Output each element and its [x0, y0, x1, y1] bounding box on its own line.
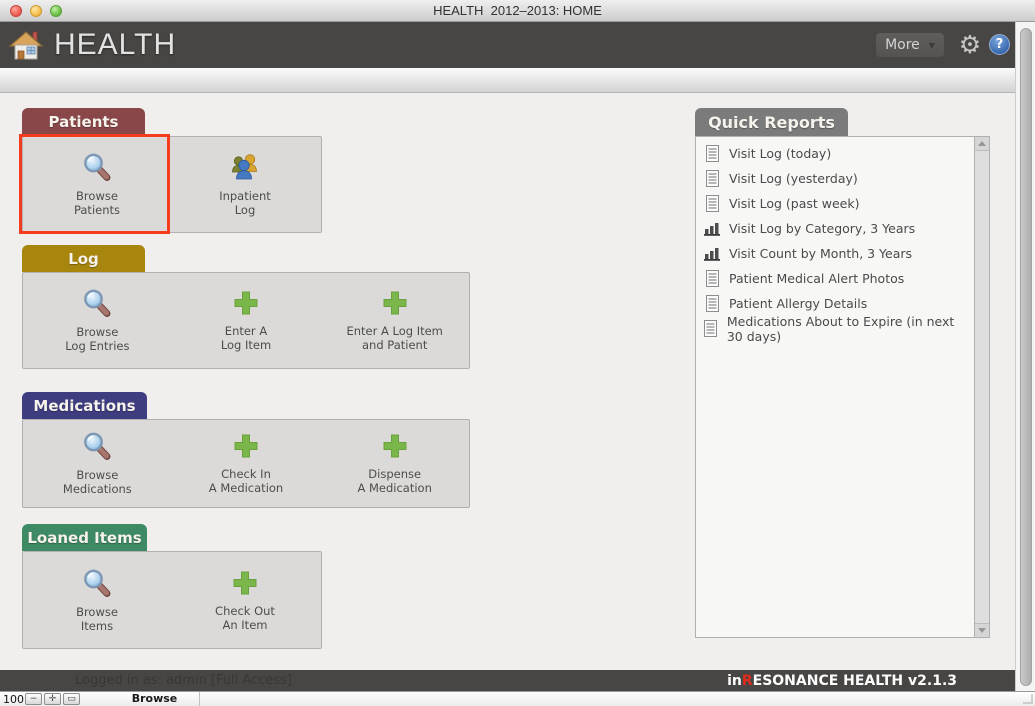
people-icon — [230, 152, 260, 182]
section-panel-loaned-items: BrowseItems Check OutAn Item — [22, 551, 322, 649]
document-icon — [706, 295, 719, 312]
resize-grip-icon[interactable] — [1023, 694, 1033, 704]
section-tab-log: Log — [22, 245, 145, 272]
app-toolbar: HEALTH More ▼ ⚙ ? — [0, 22, 1035, 68]
plus-icon — [381, 432, 409, 460]
quick-report-label: Patient Medical Alert Photos — [729, 271, 904, 286]
zoom-level: 100 — [3, 693, 25, 706]
quick-report-label: Visit Count by Month, 3 Years — [729, 246, 912, 261]
magnifier-icon — [82, 431, 112, 461]
browse-items-button[interactable]: BrowseItems — [23, 552, 171, 648]
section-tab-medications: Medications — [22, 392, 147, 419]
status-toolbar: 100 − ✛ ▭ Browse — [0, 691, 1035, 706]
brand-version: inRESONANCE HEALTH v2.1.3 — [727, 673, 957, 689]
scroll-down-icon[interactable] — [975, 623, 989, 637]
plus-icon — [231, 569, 259, 597]
magnifier-icon — [82, 568, 112, 598]
app-window: HEALTH 2012–2013: HOME HEALTH More ▼ ⚙ ?… — [0, 0, 1035, 706]
enter-log-item-and-patient-button[interactable]: Enter A Log Itemand Patient — [320, 273, 469, 368]
quick-report-label: Visit Log (yesterday) — [729, 171, 858, 186]
document-icon — [706, 270, 719, 287]
gear-icon[interactable]: ⚙ — [955, 30, 985, 60]
section-tab-quick-reports: Quick Reports — [695, 108, 848, 136]
window-title: HEALTH 2012–2013: HOME — [0, 0, 1035, 22]
mode-popup[interactable]: Browse — [110, 692, 200, 706]
inpatient-log-button[interactable]: InpatientLog — [171, 137, 319, 232]
plus-icon — [381, 289, 409, 317]
bar-chart-icon — [704, 221, 720, 236]
more-button[interactable]: More ▼ — [876, 33, 944, 57]
quick-report-item[interactable]: Medications About to Expire (in next 30 … — [696, 316, 974, 341]
section-panel-patients: BrowsePatients InpatientLog — [22, 136, 322, 233]
quick-report-item[interactable]: Visit Log (past week) — [696, 191, 974, 216]
magnifier-icon — [82, 288, 112, 318]
zoom-in-icon[interactable]: ✛ — [44, 693, 61, 705]
chevron-down-icon: ▼ — [929, 41, 935, 50]
quick-report-label: Medications About to Expire (in next 30 … — [727, 314, 974, 344]
quick-report-label: Visit Log (today) — [729, 146, 831, 161]
quick-reports-scrollbar[interactable] — [974, 137, 989, 637]
plus-icon — [232, 432, 260, 460]
dispense-medication-button[interactable]: DispenseA Medication — [320, 420, 469, 507]
home-icon — [8, 29, 44, 61]
window-scrollbar[interactable] — [1015, 22, 1035, 691]
section-tab-loaned-items: Loaned Items — [22, 524, 147, 551]
quick-report-item[interactable]: Patient Allergy Details — [696, 291, 974, 316]
quick-reports-panel: Visit Log (today) Visit Log (yesterday) — [695, 136, 990, 638]
quick-report-item[interactable]: Visit Log (yesterday) — [696, 166, 974, 191]
help-icon[interactable]: ? — [989, 34, 1010, 55]
quick-report-label: Patient Allergy Details — [729, 296, 867, 311]
app-title: HEALTH — [54, 22, 176, 68]
magnifier-icon — [82, 152, 112, 182]
section-panel-medications: BrowseMedications Check InA Medication D… — [22, 419, 470, 508]
document-icon — [706, 145, 719, 162]
enter-log-item-button[interactable]: Enter ALog Item — [172, 273, 321, 368]
scrollbar-thumb[interactable] — [1020, 28, 1032, 686]
toggle-toolbar-icon[interactable]: ▭ — [63, 693, 80, 705]
check-out-item-button[interactable]: Check OutAn Item — [171, 552, 319, 648]
footer-bar: Logged in as: admin [Full Access] inRESO… — [0, 670, 1015, 691]
quick-report-item[interactable]: Visit Log by Category, 3 Years — [696, 216, 974, 241]
scroll-up-icon[interactable] — [975, 137, 989, 151]
document-icon — [706, 170, 719, 187]
section-tab-patients: Patients — [22, 108, 145, 136]
browse-log-entries-button[interactable]: BrowseLog Entries — [23, 273, 172, 368]
browse-medications-button[interactable]: BrowseMedications — [23, 420, 172, 507]
document-icon — [704, 320, 717, 337]
header-strip — [0, 68, 1035, 93]
plus-icon — [232, 289, 260, 317]
login-status: Logged in as: admin [Full Access] — [75, 673, 292, 688]
quick-report-item[interactable]: Patient Medical Alert Photos — [696, 266, 974, 291]
quick-report-label: Visit Log (past week) — [729, 196, 860, 211]
quick-report-label: Visit Log by Category, 3 Years — [729, 221, 915, 236]
zoom-out-icon[interactable]: − — [25, 693, 42, 705]
browse-patients-button[interactable]: BrowsePatients — [23, 137, 171, 232]
bar-chart-icon — [704, 246, 720, 261]
section-panel-log: BrowseLog Entries Enter ALog Item Enter … — [22, 272, 470, 369]
check-in-medication-button[interactable]: Check InA Medication — [172, 420, 321, 507]
quick-report-item[interactable]: Visit Log (today) — [696, 141, 974, 166]
document-icon — [706, 195, 719, 212]
quick-report-item[interactable]: Visit Count by Month, 3 Years — [696, 241, 974, 266]
titlebar: HEALTH 2012–2013: HOME — [0, 0, 1035, 22]
quick-reports-list: Visit Log (today) Visit Log (yesterday) — [696, 141, 974, 341]
